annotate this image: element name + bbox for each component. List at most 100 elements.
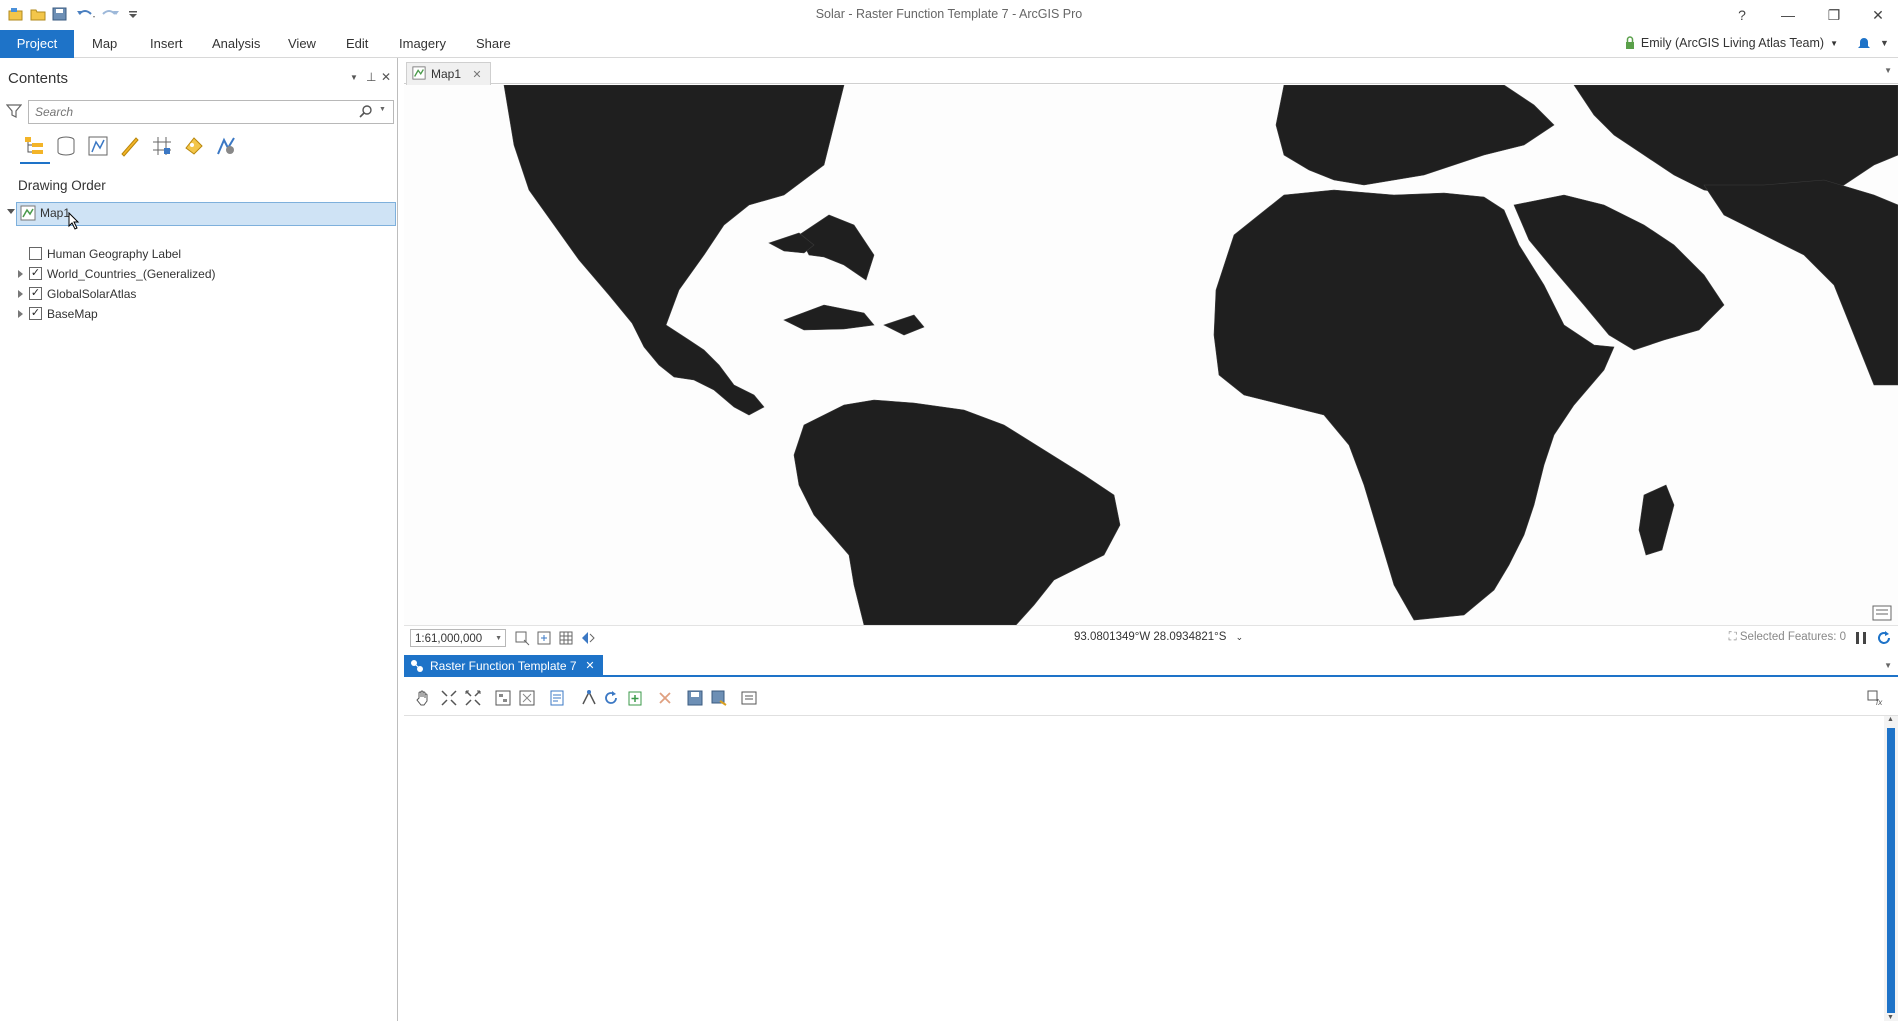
vertical-scrollbar[interactable]: ▲ ▼ <box>1884 716 1898 1021</box>
tab-label: Raster Function Template 7 <box>430 659 577 673</box>
zoom-selection-icon[interactable] <box>518 689 536 707</box>
minimize-button[interactable]: — <box>1770 4 1806 26</box>
search-input[interactable] <box>33 103 357 121</box>
save-as-icon[interactable] <box>710 689 728 707</box>
pin-icon[interactable]: ⊥ <box>366 70 376 84</box>
grid-icon[interactable] <box>558 630 574 646</box>
contents-pane: Contents ▼ ⊥ ✕ ▼ Drawing Order Map1 Huma… <box>0 58 398 1021</box>
function-icon[interactable] <box>580 689 598 707</box>
pause-icon[interactable] <box>1854 630 1868 646</box>
fit-to-window-icon[interactable] <box>440 689 458 707</box>
visibility-checkbox[interactable]: ✓ <box>29 307 42 320</box>
tab-edit[interactable]: Edit <box>328 30 386 58</box>
delete-icon[interactable] <box>656 689 674 707</box>
drawing-order-icon[interactable] <box>22 134 46 158</box>
raster-function-canvas[interactable] <box>404 716 1886 1021</box>
layer-row[interactable]: ✓ GlobalSolarAtlas <box>0 284 390 304</box>
navigation-icon[interactable] <box>580 630 596 646</box>
close-icon[interactable]: ✕ <box>472 69 481 81</box>
coordinate-readout[interactable]: 93.0801349°W 28.0934821°S ⌄ <box>1074 631 1243 643</box>
save-icon[interactable] <box>686 689 704 707</box>
list-by-editing-icon[interactable] <box>118 134 142 158</box>
visibility-checkbox[interactable] <box>29 247 42 260</box>
auto-layout-icon[interactable] <box>494 689 512 707</box>
list-by-selection-icon[interactable] <box>86 134 110 158</box>
window-title: Solar - Raster Function Template 7 - Arc… <box>815 7 1083 21</box>
expand-icon[interactable] <box>18 310 23 318</box>
selected-features[interactable]: ⛶ Selected Features: 0 <box>1729 631 1846 644</box>
chevron-down-icon[interactable]: ▼ <box>1884 661 1892 670</box>
section-title: Drawing Order <box>18 178 106 193</box>
collapse-icon[interactable] <box>7 209 15 214</box>
refresh-icon[interactable] <box>1876 630 1892 646</box>
list-by-data-source-icon[interactable] <box>54 134 78 158</box>
tab-raster-function-template[interactable]: Raster Function Template 7 ✕ <box>404 655 603 677</box>
map-canvas[interactable] <box>404 85 1898 625</box>
overview-icon[interactable] <box>1872 605 1892 621</box>
pan-icon[interactable] <box>414 689 432 707</box>
search-box[interactable]: ▼ <box>28 100 394 124</box>
scale-value: 1:61,000,000 <box>415 633 483 645</box>
tab-map1[interactable]: Map1 ✕ <box>406 62 491 85</box>
map-icon <box>20 205 36 221</box>
list-by-snapping-icon[interactable] <box>150 134 174 158</box>
full-extent-icon[interactable] <box>464 689 482 707</box>
map-name: Map1 <box>40 206 71 220</box>
user-account[interactable]: Emily (ArcGIS Living Atlas Team) ▼ <box>1625 36 1838 50</box>
reload-icon[interactable] <box>602 689 620 707</box>
raster-function-tabbar: Raster Function Template 7 ✕ ▼ <box>404 655 1898 677</box>
tab-imagery[interactable]: Imagery <box>381 30 464 58</box>
tab-view[interactable]: View <box>270 30 334 58</box>
list-by-labeling-icon[interactable] <box>182 134 206 158</box>
tab-analysis[interactable]: Analysis <box>194 30 278 58</box>
raster-function-icon <box>411 660 423 672</box>
help-button[interactable]: ? <box>1724 4 1760 26</box>
zoom-to-layer-icon[interactable] <box>536 630 552 646</box>
restore-button[interactable]: ❐ <box>1816 4 1852 26</box>
map-status-bar: 1:61,000,000 ▼ 93.0801349°W 28.0934821°S … <box>404 625 1898 649</box>
filter-icon[interactable] <box>6 103 22 119</box>
layer-row[interactable]: ✓ BaseMap <box>0 304 390 324</box>
coordinates: 93.0801349°W 28.0934821°S <box>1074 631 1227 643</box>
fixed-zoom-in-icon[interactable] <box>514 630 530 646</box>
tab-insert[interactable]: Insert <box>132 30 201 58</box>
notification-icon[interactable] <box>1856 36 1872 52</box>
layer-name: BaseMap <box>47 307 98 321</box>
expand-icon[interactable] <box>18 270 23 278</box>
layer-row[interactable]: ✓ World_Countries_(Generalized) <box>0 264 390 284</box>
scroll-down-icon[interactable]: ▼ <box>1887 1014 1894 1021</box>
close-button[interactable]: ✕ <box>1860 4 1896 26</box>
function-list-icon[interactable]: fx <box>1866 689 1884 707</box>
scroll-up-icon[interactable]: ▲ <box>1887 716 1894 723</box>
lock-icon <box>1625 36 1634 49</box>
map-view-tabbar: Map1 ✕ ▼ <box>404 60 1898 85</box>
pane-menu-icon[interactable]: ▼ <box>350 73 358 82</box>
close-icon[interactable]: ✕ <box>585 655 594 677</box>
search-icon[interactable] <box>359 104 373 118</box>
add-variable-icon[interactable] <box>626 689 644 707</box>
title-bar: Solar - Raster Function Template 7 - Arc… <box>0 0 1898 30</box>
layer-name: GlobalSolarAtlas <box>47 287 137 301</box>
tab-label: Map1 <box>431 67 462 81</box>
layer-row[interactable]: Human Geography Label <box>0 244 390 264</box>
scrollbar-thumb[interactable] <box>1887 728 1895 1013</box>
chevron-down-icon[interactable]: ▼ <box>1884 66 1892 75</box>
template-properties-icon[interactable] <box>740 689 758 707</box>
expand-icon[interactable] <box>18 290 23 298</box>
selected-features-label: Selected Features: 0 <box>1739 631 1846 643</box>
layer-name: Human Geography Label <box>47 247 182 261</box>
tab-map[interactable]: Map <box>74 30 135 58</box>
world-map[interactable] <box>404 85 1898 625</box>
map-icon <box>412 66 426 80</box>
scale-selector[interactable]: 1:61,000,000 ▼ <box>410 629 506 647</box>
tab-share[interactable]: Share <box>458 30 529 58</box>
chevron-down-icon[interactable]: ▼ <box>379 106 386 113</box>
visibility-checkbox[interactable]: ✓ <box>29 287 42 300</box>
tab-project[interactable]: Project <box>0 30 74 58</box>
chevron-down-icon[interactable]: ▼ <box>1880 38 1889 48</box>
visibility-checkbox[interactable]: ✓ <box>29 267 42 280</box>
close-icon[interactable]: ✕ <box>381 70 391 84</box>
pane-title: Contents <box>8 70 69 87</box>
list-by-perspective-icon[interactable] <box>214 134 238 158</box>
properties-icon[interactable] <box>548 689 566 707</box>
